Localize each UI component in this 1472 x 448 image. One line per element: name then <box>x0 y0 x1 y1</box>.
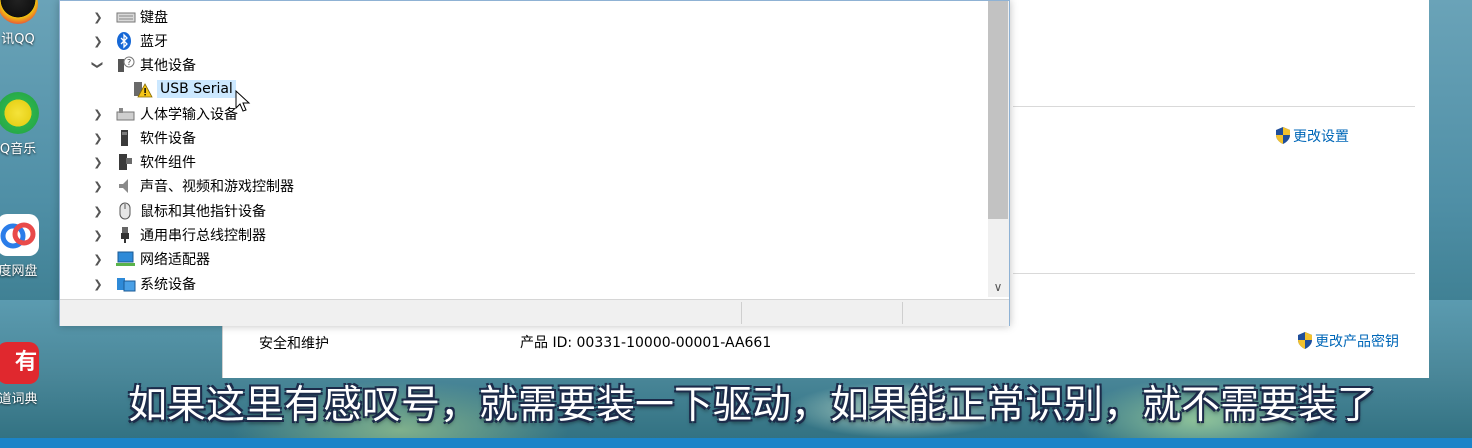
scroll-down-arrow-icon[interactable]: ∨ <box>988 277 1008 297</box>
tree-item-label: 软件设备 <box>140 131 196 147</box>
change-settings-label: 更改设置 <box>1293 129 1349 145</box>
network-adapter-icon <box>116 250 135 268</box>
tree-item-label: 网络适配器 <box>140 252 210 268</box>
chevron-right-icon[interactable]: ❯ <box>92 156 104 169</box>
chevron-right-icon[interactable]: ❯ <box>92 35 104 48</box>
desktop-icon-label: 道词典 <box>0 392 38 407</box>
chevron-right-icon[interactable]: ❯ <box>92 229 104 242</box>
qq-icon <box>0 0 38 24</box>
divider <box>1013 106 1415 107</box>
status-bar-separator <box>741 302 742 324</box>
speaker-icon <box>116 177 134 195</box>
status-bar-separator <box>902 302 903 324</box>
chevron-right-icon[interactable]: ❯ <box>92 11 104 24</box>
tree-item-label: 声音、视频和游戏控制器 <box>140 179 294 195</box>
tree-item-label: 通用串行总线控制器 <box>140 228 266 244</box>
baidu-netdisk-icon <box>0 214 39 256</box>
chevron-right-icon[interactable]: ❯ <box>92 180 104 193</box>
tree-item-mouse[interactable]: ❯ 鼠标和其他指针设备 <box>92 199 266 223</box>
usb-icon <box>116 226 134 244</box>
tree-item-label: 系统设备 <box>140 277 196 293</box>
tree-item-hid[interactable]: ❯ 人体学输入设备 <box>92 102 238 126</box>
tree-item-label: 人体学输入设备 <box>140 107 238 123</box>
tree-item-label: 鼠标和其他指针设备 <box>140 204 266 220</box>
bluetooth-icon <box>116 32 134 50</box>
taskbar-edge <box>0 438 1472 448</box>
tree-item-sound-video-game[interactable]: ❯ 声音、视频和游戏控制器 <box>92 174 294 198</box>
tree-item-system-devices[interactable]: ❯ 系统设备 <box>92 272 196 296</box>
device-tree[interactable]: ❯ 键盘 ❯ 蓝牙 ❯ ? 其他设备 USB Serial ❯ 人体学输入设备 … <box>60 1 988 297</box>
change-settings-link[interactable]: 更改设置 <box>1275 126 1349 146</box>
keyboard-icon <box>116 8 136 26</box>
divider <box>1013 273 1415 274</box>
security-maintenance-label: 安全和维护 <box>259 336 329 352</box>
chevron-right-icon[interactable]: ❯ <box>92 278 104 291</box>
tree-item-label: 键盘 <box>140 10 168 26</box>
tree-item-network-adapters[interactable]: ❯ 网络适配器 <box>92 247 210 271</box>
tree-item-usb-serial[interactable]: USB Serial <box>133 77 236 101</box>
tree-item-other-devices[interactable]: ❯ ? 其他设备 <box>92 53 196 77</box>
desktop-icon-label: 度网盘 <box>0 264 38 279</box>
change-product-key-link[interactable]: 更改产品密钥 <box>1297 331 1399 351</box>
mouse-cursor-icon <box>235 90 251 112</box>
tree-item-usb-controllers[interactable]: ❯ 通用串行总线控制器 <box>92 223 266 247</box>
scrollbar-thumb[interactable] <box>988 1 1008 219</box>
chevron-right-icon[interactable]: ❯ <box>92 108 104 121</box>
chevron-right-icon[interactable]: ❯ <box>92 132 104 145</box>
desktop-icon-qq-music[interactable]: Q音乐 <box>0 92 48 157</box>
desktop-icon-label: 讯QQ <box>1 32 35 47</box>
desktop-icon-label: Q音乐 <box>0 142 37 157</box>
mouse-icon <box>116 202 134 220</box>
desktop-icon-baidu-netdisk[interactable]: 度网盘 <box>0 214 48 279</box>
product-id-text: 产品 ID: 00331-10000-00001-AA661 <box>520 335 772 351</box>
desktop-icon-qq[interactable]: 讯QQ <box>0 0 48 47</box>
chevron-right-icon[interactable]: ❯ <box>92 205 104 218</box>
tree-item-keyboard[interactable]: ❯ 键盘 <box>92 5 168 29</box>
uac-shield-icon <box>1276 127 1290 144</box>
warning-device-icon <box>133 80 153 98</box>
tree-item-label: 软件组件 <box>140 155 196 171</box>
software-component-icon <box>116 153 134 171</box>
tree-item-label: USB Serial <box>157 80 236 98</box>
tree-item-label: 其他设备 <box>140 58 196 74</box>
chevron-right-icon[interactable]: ❯ <box>92 253 104 266</box>
youdao-dict-icon: 有道 <box>0 342 39 384</box>
desktop-icon-youdao[interactable]: 有道 道词典 <box>0 342 48 407</box>
qq-music-icon <box>0 92 39 134</box>
status-bar <box>60 299 1009 326</box>
change-product-key-label: 更改产品密钥 <box>1315 334 1399 350</box>
software-device-icon <box>116 129 134 147</box>
tree-item-label: 蓝牙 <box>140 34 168 50</box>
hid-icon <box>116 105 135 123</box>
chevron-down-icon[interactable]: ❯ <box>92 59 105 71</box>
tree-item-software-devices[interactable]: ❯ 软件设备 <box>92 126 196 150</box>
svg-text:?: ? <box>127 58 131 67</box>
tree-item-software-components[interactable]: ❯ 软件组件 <box>92 150 196 174</box>
vertical-scrollbar[interactable]: ∨ <box>988 1 1009 297</box>
device-manager-window: ❯ 键盘 ❯ 蓝牙 ❯ ? 其他设备 USB Serial ❯ 人体学输入设备 … <box>59 0 1010 326</box>
system-device-icon <box>116 275 136 293</box>
video-subtitle: 如果这里有感叹号，就需要装一下驱动，如果能正常识别，就不需要装了 <box>128 383 1377 428</box>
tree-item-bluetooth[interactable]: ❯ 蓝牙 <box>92 29 168 53</box>
uac-shield-icon <box>1298 332 1312 349</box>
unknown-device-icon: ? <box>116 56 135 74</box>
